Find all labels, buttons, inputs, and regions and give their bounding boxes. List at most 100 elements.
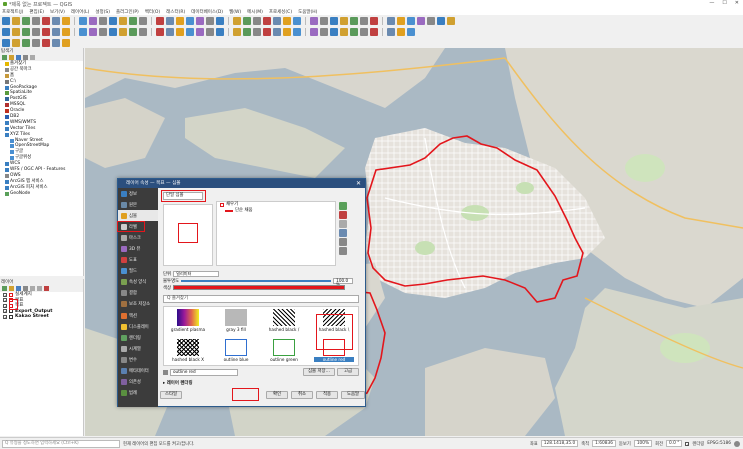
toolbar-tool-icon[interactable] xyxy=(32,27,40,36)
toolbar-tool-icon[interactable] xyxy=(407,16,415,25)
symbol-tree-simple-fill-row[interactable]: 단순 채움 xyxy=(217,208,335,214)
filter-legend-icon[interactable] xyxy=(23,286,28,291)
render-checkbox[interactable]: ✓ xyxy=(685,441,690,446)
crs-button[interactable]: EPSG:5186 xyxy=(707,441,731,446)
toolbar-tool-icon[interactable] xyxy=(176,27,184,36)
toolbar-tool-icon[interactable] xyxy=(186,16,194,25)
add-group-icon[interactable] xyxy=(9,286,14,291)
help-button[interactable]: 도움말 xyxy=(341,391,365,399)
dialog-tab[interactable]: 렌더링 xyxy=(118,332,158,343)
menu-item[interactable]: 편집(E) xyxy=(29,9,44,15)
lock-icon[interactable] xyxy=(339,220,347,228)
symbol-library-item[interactable]: gray 3 fill xyxy=(216,308,256,336)
collapse-all-layers-icon[interactable] xyxy=(37,286,42,291)
layer-visibility-checkbox[interactable]: ✓ xyxy=(3,292,7,297)
toolbar-tool-icon[interactable] xyxy=(330,27,338,36)
unit-select[interactable]: 밀리미터 xyxy=(173,270,220,277)
color-button[interactable] xyxy=(173,285,346,290)
toolbar-tool-icon[interactable] xyxy=(22,38,30,47)
menu-item[interactable]: 보기(V) xyxy=(50,9,65,15)
selected-symbol-name[interactable]: outline red xyxy=(170,368,238,376)
layer-visibility-checkbox[interactable]: ✓ xyxy=(3,303,7,308)
dialog-tab[interactable]: 디스플레이 xyxy=(118,321,158,332)
toolbar-tool-icon[interactable] xyxy=(387,16,395,25)
toolbar-tool-icon[interactable] xyxy=(12,27,20,36)
toolbar-tool-icon[interactable] xyxy=(243,16,251,25)
toolbar-tool-icon[interactable] xyxy=(427,16,435,25)
toolbar-tool-icon[interactable] xyxy=(360,16,368,25)
toolbar-tool-icon[interactable] xyxy=(166,16,174,25)
toolbar-tool-icon[interactable] xyxy=(320,27,328,36)
toolbar-tool-icon[interactable] xyxy=(52,16,60,25)
toolbar-tool-icon[interactable] xyxy=(243,27,251,36)
menu-item[interactable]: 도움말(H) xyxy=(298,9,317,15)
dialog-tab[interactable]: 도표 xyxy=(118,255,158,266)
toolbar-tool-icon[interactable] xyxy=(52,38,60,47)
layer-visibility-checkbox[interactable]: ✓ xyxy=(3,298,7,303)
toolbar-tool-icon[interactable] xyxy=(283,27,291,36)
dialog-tab[interactable]: 시계열 xyxy=(118,343,158,354)
menu-item[interactable]: 데이터베이스(D) xyxy=(191,9,223,15)
toolbar-tool-icon[interactable] xyxy=(109,16,117,25)
toolbar-tool-icon[interactable] xyxy=(350,27,358,36)
menu-item[interactable]: 플러그인(P) xyxy=(116,9,139,15)
cancel-button[interactable]: 취소 xyxy=(291,391,313,399)
toolbar-tool-icon[interactable] xyxy=(340,16,348,25)
duplicate-icon[interactable] xyxy=(339,229,347,237)
toolbar-tool-icon[interactable] xyxy=(129,27,137,36)
add-layer-icon[interactable] xyxy=(9,55,14,60)
toolbar-tool-icon[interactable] xyxy=(397,16,405,25)
toolbar-tool-icon[interactable] xyxy=(263,16,271,25)
menu-item[interactable]: 벡터(O) xyxy=(145,9,160,15)
toolbar-tool-icon[interactable] xyxy=(216,27,224,36)
symbol-library-search[interactable]: Q 즐겨찾기 xyxy=(163,295,359,303)
browser-item[interactable]: GeoNode xyxy=(0,191,83,197)
toolbar-tool-icon[interactable] xyxy=(62,16,70,25)
toolbar-tool-icon[interactable] xyxy=(233,16,241,25)
toolbar-tool-icon[interactable] xyxy=(320,16,328,25)
dialog-tab[interactable]: 3D 뷰 xyxy=(118,243,158,254)
manage-visibility-icon[interactable] xyxy=(16,286,21,291)
toolbar-tool-icon[interactable] xyxy=(206,16,214,25)
toolbar-tool-icon[interactable] xyxy=(89,27,97,36)
toolbar-tool-icon[interactable] xyxy=(293,27,301,36)
toolbar-tool-icon[interactable] xyxy=(2,38,10,47)
toolbar-tool-icon[interactable] xyxy=(233,27,241,36)
symbol-library-item[interactable]: gradient plasma xyxy=(168,308,208,336)
toolbar-tool-icon[interactable] xyxy=(263,27,271,36)
filter-icon[interactable] xyxy=(16,55,21,60)
dialog-tab[interactable]: 변수 xyxy=(118,354,158,365)
style-manager-icon[interactable] xyxy=(2,286,7,291)
toolbar-tool-icon[interactable] xyxy=(283,16,291,25)
toolbar-tool-icon[interactable] xyxy=(2,16,10,25)
rotation-field[interactable]: 0.0 ° xyxy=(666,440,683,447)
toolbar-tool-icon[interactable] xyxy=(139,16,147,25)
apply-button[interactable]: 적용 xyxy=(316,391,338,399)
magnifier-field[interactable]: 100% xyxy=(633,440,653,447)
toolbar-tool-icon[interactable] xyxy=(22,27,30,36)
toolbar-tool-icon[interactable] xyxy=(156,27,164,36)
symbol-library-item[interactable]: hashed black X xyxy=(168,338,208,366)
dialog-tab[interactable]: 메타데이터 xyxy=(118,366,158,377)
toolbar-tool-icon[interactable] xyxy=(273,16,281,25)
dialog-tab[interactable]: 필드 xyxy=(118,266,158,277)
dialog-tab[interactable]: 보조 저장소 xyxy=(118,299,158,310)
toolbar-tool-icon[interactable] xyxy=(166,27,174,36)
toolbar-tool-icon[interactable] xyxy=(340,27,348,36)
toolbar-tool-icon[interactable] xyxy=(273,27,281,36)
properties-icon[interactable] xyxy=(30,55,35,60)
toolbar-tool-icon[interactable] xyxy=(186,27,194,36)
scale-field[interactable]: 1:60836 xyxy=(592,440,616,447)
layer-visibility-checkbox[interactable]: ✓ xyxy=(3,309,7,314)
menu-item[interactable]: 프로세싱(C) xyxy=(269,9,292,15)
dialog-close-button[interactable]: ✕ xyxy=(356,179,361,188)
layer-item[interactable]: ✓ Kakao Street xyxy=(0,314,83,320)
toolbar-tool-icon[interactable] xyxy=(79,16,87,25)
toolbar-tool-icon[interactable] xyxy=(12,38,20,47)
symbol-library-item[interactable]: hashed black / xyxy=(264,308,304,336)
toolbar-tool-icon[interactable] xyxy=(196,27,204,36)
toolbar-tool-icon[interactable] xyxy=(99,16,107,25)
remove-layer-icon[interactable] xyxy=(44,286,49,291)
toolbar-tool-icon[interactable] xyxy=(32,16,40,25)
menu-item[interactable]: 메시(M) xyxy=(247,9,263,15)
